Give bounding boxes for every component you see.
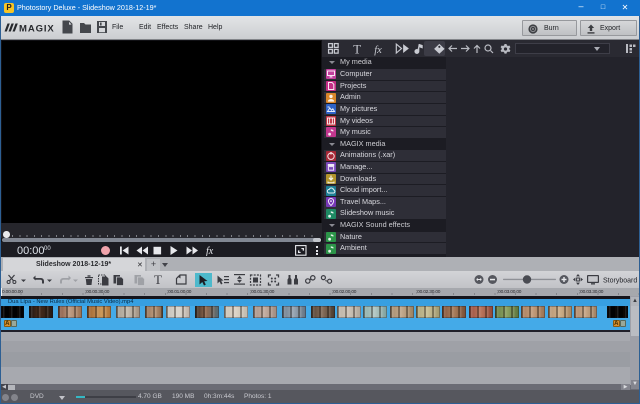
svg-text:fx: fx (206, 246, 214, 256)
svg-text:T: T (353, 42, 361, 55)
svg-text:fx: fx (374, 45, 382, 56)
svg-text:Storyboard: Storyboard (603, 277, 637, 284)
svg-text:T: T (154, 272, 162, 287)
svg-text:MAGIX: MAGIX (19, 24, 55, 35)
